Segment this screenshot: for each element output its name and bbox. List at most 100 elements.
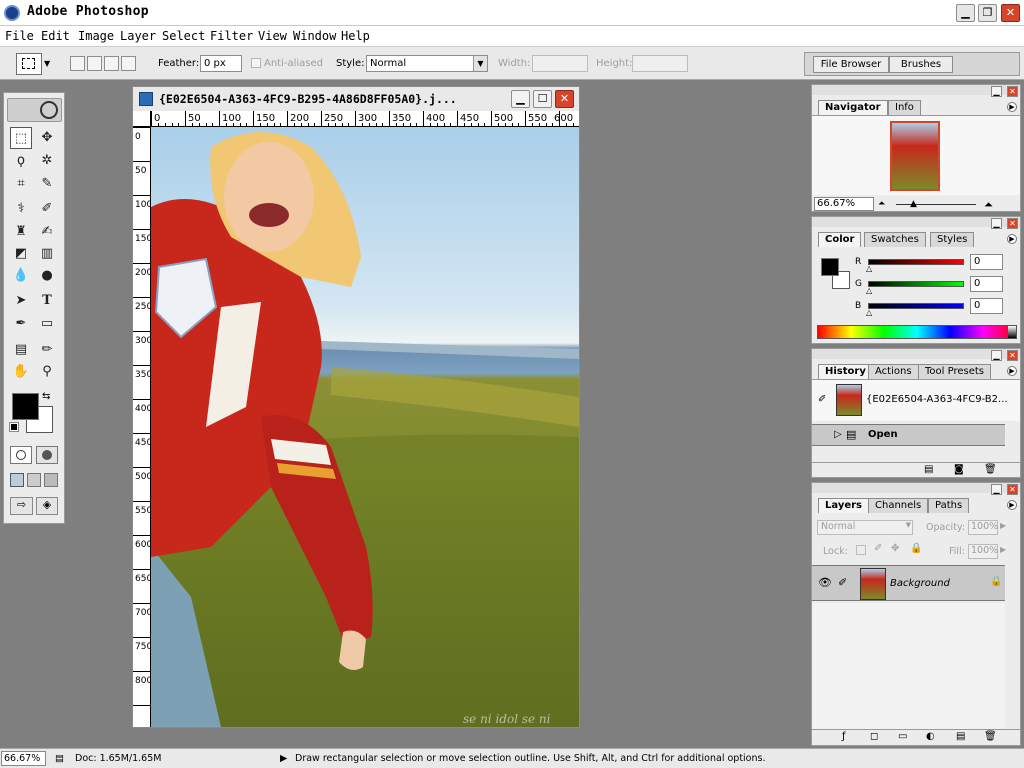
type-tool-icon[interactable]: T (36, 290, 58, 312)
anti-aliased-checkbox[interactable] (251, 58, 261, 68)
crop-tool-icon[interactable]: ⌗ (10, 173, 32, 195)
tab-history[interactable]: History (818, 364, 873, 379)
menu-file[interactable]: File (5, 29, 34, 43)
trash-icon[interactable]: 🗑 (984, 731, 997, 742)
full-screen-menu-mode-icon[interactable] (27, 473, 41, 487)
minimize-button[interactable]: ▁ (956, 4, 975, 22)
opacity-input[interactable]: 100% (968, 520, 998, 535)
menu-window[interactable]: Window (293, 29, 336, 43)
menu-view[interactable]: View (258, 29, 287, 43)
zoom-slider-handle[interactable]: ▲ (910, 199, 917, 209)
blur-tool-icon[interactable]: 💧 (10, 265, 32, 287)
tab-info[interactable]: Info (888, 100, 921, 115)
doc-maximize-button[interactable]: ☐ (533, 90, 552, 108)
layers-panel-titlebar[interactable]: ▁ ✕ (812, 483, 1020, 495)
intersect-selection-button[interactable] (121, 56, 136, 71)
fill-input[interactable]: 100% (968, 544, 998, 559)
ramp-black-white[interactable] (1008, 326, 1016, 338)
channel-r-input[interactable]: 0 (970, 254, 1003, 270)
trash-icon[interactable]: 🗑 (984, 464, 997, 475)
new-layer-icon[interactable]: ▤ (956, 731, 965, 742)
new-selection-button[interactable] (70, 56, 85, 71)
tab-layers[interactable]: Layers (818, 498, 869, 513)
menu-image[interactable]: Image (78, 29, 114, 43)
lock-transparency-icon[interactable] (856, 545, 866, 555)
add-mask-icon[interactable]: ◻ (870, 731, 878, 742)
zoom-in-icon[interactable]: ⏶ (984, 198, 993, 212)
eraser-tool-icon[interactable]: ◩ (10, 243, 32, 265)
clone-stamp-icon[interactable]: ♜ (10, 221, 32, 243)
tab-navigator[interactable]: Navigator (818, 100, 888, 115)
channel-g-slider[interactable] (868, 281, 964, 287)
channel-r-slider[interactable] (868, 259, 964, 265)
move-tool-icon[interactable]: ✥ (36, 127, 58, 149)
horizontal-ruler[interactable]: 0 50 100 150 200 250 300 350 400 450 500… (151, 111, 579, 127)
menu-help[interactable]: Help (341, 29, 370, 43)
tab-tool-presets[interactable]: Tool Presets (918, 364, 991, 379)
opacity-arrow-icon[interactable]: ▶ (1000, 521, 1006, 530)
history-snapshot-row[interactable]: ✐ {E02E6504-A363-4FC9-B2... (812, 379, 1020, 421)
width-input[interactable] (532, 55, 588, 72)
pen-tool-icon[interactable]: ✒ (10, 313, 32, 335)
lasso-tool-icon[interactable]: ϙ (10, 150, 32, 172)
layers-minimize-button[interactable]: ▁ (991, 484, 1002, 495)
navigator-panel-titlebar[interactable]: ▁ ✕ (812, 85, 1020, 97)
history-brush-icon[interactable]: ✍ (36, 221, 58, 243)
tab-channels[interactable]: Channels (868, 498, 929, 513)
preset-dropdown-arrow-icon[interactable]: ▼ (44, 59, 50, 68)
new-document-from-state-icon[interactable]: ▤ (924, 464, 933, 475)
foreground-color-swatch-top[interactable] (12, 393, 39, 420)
style-select[interactable]: Normal ▼ (366, 55, 488, 72)
quick-mask-button[interactable] (36, 446, 58, 464)
imageready-icon[interactable]: ◈ (36, 497, 58, 515)
history-minimize-button[interactable]: ▁ (991, 350, 1002, 361)
navigator-menu-icon[interactable]: ▶ (1007, 102, 1017, 112)
layer-row-background[interactable]: 👁 ✐ Background 🔒 (812, 565, 1005, 601)
history-state-slider-icon[interactable]: ▷ (834, 429, 842, 440)
navigator-minimize-button[interactable]: ▁ (991, 86, 1002, 97)
notes-tool-icon[interactable]: ▤ (10, 339, 32, 361)
color-fg-swatch[interactable] (821, 258, 839, 276)
fill-arrow-icon[interactable]: ▶ (1000, 545, 1006, 554)
status-zoom-input[interactable]: 66.67% (1, 751, 46, 766)
lock-image-icon[interactable]: ✐ (874, 543, 882, 554)
ruler-origin[interactable] (133, 111, 151, 127)
swap-colors-icon[interactable]: ⇆ (42, 391, 50, 402)
tab-actions[interactable]: Actions (868, 364, 919, 379)
full-screen-mode-icon[interactable] (44, 473, 58, 487)
channel-r-handle[interactable]: △ (866, 264, 872, 273)
healing-brush-icon[interactable]: ⚕ (10, 198, 32, 220)
layer-style-icon[interactable]: ƒ (842, 731, 846, 742)
restore-button[interactable]: ❐ (978, 4, 997, 22)
menu-select[interactable]: Select (162, 29, 205, 43)
slice-tool-icon[interactable]: ✎ (36, 173, 58, 195)
color-panel-titlebar[interactable]: ▁ ✕ (812, 217, 1020, 229)
hand-tool-icon[interactable]: ✋ (10, 361, 32, 383)
document-title-bar[interactable]: {E02E6504-A363-4FC9-B295-4A86D8FF05A0}.j… (133, 87, 579, 111)
navigator-zoom-input[interactable]: 66.67% (814, 197, 874, 211)
feather-input[interactable]: 0 px (200, 55, 242, 72)
tool-preset-picker[interactable] (16, 53, 42, 75)
history-panel-titlebar[interactable]: ▁ ✕ (812, 349, 1020, 361)
new-set-icon[interactable]: ▭ (898, 731, 907, 742)
lock-position-icon[interactable]: ✥ (891, 543, 899, 554)
menu-edit[interactable]: Edit (41, 29, 70, 43)
magic-wand-icon[interactable]: ✲ (36, 150, 58, 172)
jump-to-imageready-icon[interactable]: ⇨ (10, 497, 33, 515)
brush-tool-icon[interactable]: ✐ (36, 198, 58, 220)
rectangular-marquee-icon[interactable]: ⬚ (10, 127, 32, 149)
dodge-tool-icon[interactable]: ● (36, 265, 58, 287)
subtract-from-selection-button[interactable] (104, 56, 119, 71)
doc-close-button[interactable]: ✕ (555, 90, 574, 108)
color-minimize-button[interactable]: ▁ (991, 218, 1002, 229)
zoom-out-icon[interactable]: ⏶ (878, 199, 885, 209)
layers-close-button[interactable]: ✕ (1007, 484, 1018, 495)
tab-file-browser[interactable]: File Browser (813, 56, 889, 73)
document-info-icon[interactable]: ▤ (55, 753, 64, 764)
create-snapshot-icon[interactable]: ◙ (954, 464, 964, 475)
close-button[interactable]: ✕ (1001, 4, 1020, 22)
document-window[interactable]: {E02E6504-A363-4FC9-B295-4A86D8FF05A0}.j… (132, 86, 580, 728)
doc-minimize-button[interactable]: ▁ (511, 90, 530, 108)
tab-swatches[interactable]: Swatches (864, 232, 926, 247)
height-input[interactable] (632, 55, 688, 72)
